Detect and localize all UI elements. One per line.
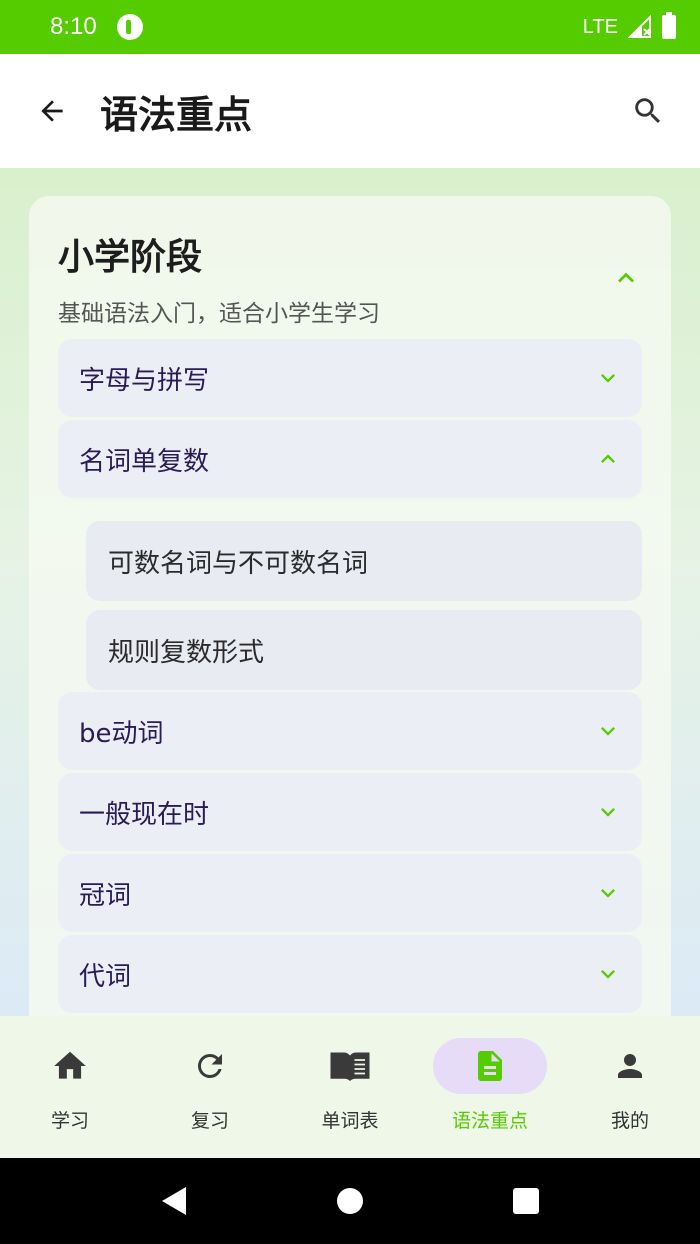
chevron-down-icon xyxy=(601,727,615,736)
person-icon xyxy=(618,1054,642,1078)
document-icon xyxy=(478,1051,502,1081)
search-icon xyxy=(635,98,661,124)
stage-card: 小学阶段 基础语法入门，适合小学生学习 字母与拼写 名词单复数 可数名词与不可数… xyxy=(29,196,671,1016)
system-navigation-bar xyxy=(0,1158,700,1244)
topic-item[interactable]: 名词单复数 xyxy=(58,420,642,498)
grammar-content[interactable]: 小学阶段 基础语法入门，适合小学生学习 字母与拼写 名词单复数 可数名词与不可数… xyxy=(0,168,700,1016)
nav-label: 复习 xyxy=(190,1110,229,1132)
triangle-back-icon xyxy=(162,1187,186,1215)
chevron-down-icon xyxy=(601,970,615,979)
stage-header[interactable]: 小学阶段 基础语法入门，适合小学生学习 xyxy=(58,228,642,328)
status-bar: 8:10 LTE xyxy=(0,0,700,54)
subtopic-item[interactable]: 可数名词与不可数名词 xyxy=(86,521,642,601)
subtopic-label: 可数名词与不可数名词 xyxy=(108,548,369,579)
refresh-icon xyxy=(197,1054,222,1078)
arrow-back-icon xyxy=(41,100,63,122)
chevron-up-icon xyxy=(601,454,615,463)
status-indicators: LTE xyxy=(582,12,676,39)
topic-item[interactable]: 字母与拼写 xyxy=(58,339,642,417)
nav-icon-container xyxy=(573,1038,687,1094)
home-icon xyxy=(54,1051,86,1079)
topic-item[interactable]: 一般现在时 xyxy=(58,773,642,851)
topic-item[interactable]: be动词 xyxy=(58,692,642,770)
topic-item[interactable]: 冠词 xyxy=(58,854,642,932)
nav-label: 学习 xyxy=(50,1110,89,1132)
topic-label: 冠词 xyxy=(79,880,132,911)
nav-icon-container xyxy=(13,1038,127,1094)
status-time: 8:10 xyxy=(50,13,97,40)
subtopic-item[interactable]: 规则复数形式 xyxy=(86,610,642,690)
nav-icon-container xyxy=(433,1038,547,1094)
nav-label: 语法重点 xyxy=(451,1110,528,1132)
stage-title: 小学阶段 xyxy=(58,237,203,278)
topic-label: be动词 xyxy=(79,718,164,749)
topic-label: 代词 xyxy=(79,961,132,992)
chevron-up-icon[interactable] xyxy=(610,262,642,294)
nav-label: 我的 xyxy=(610,1110,649,1132)
nav-item-study[interactable]: 学习 xyxy=(0,1016,140,1158)
nav-icon-container xyxy=(293,1038,407,1094)
back-button[interactable] xyxy=(32,91,72,131)
nav-item-wordlist[interactable]: 单词表 xyxy=(280,1016,420,1158)
book-icon xyxy=(330,1052,370,1081)
app-notification-icon xyxy=(116,14,143,40)
page-title: 语法重点 xyxy=(100,92,253,137)
circle-home-icon xyxy=(337,1188,363,1214)
app-bar: 语法重点 xyxy=(0,54,700,168)
search-button[interactable] xyxy=(628,91,668,131)
chevron-down-icon xyxy=(601,374,615,383)
system-recents-button[interactable] xyxy=(438,1187,614,1215)
system-home-button[interactable] xyxy=(262,1187,438,1215)
system-back-button[interactable] xyxy=(86,1185,262,1217)
nav-icon-container xyxy=(153,1038,267,1094)
battery-icon xyxy=(662,12,676,39)
topic-item[interactable]: 代词 xyxy=(58,935,642,1013)
topic-label: 一般现在时 xyxy=(79,799,210,830)
topic-label: 字母与拼写 xyxy=(79,365,210,396)
square-recents-icon xyxy=(513,1188,539,1214)
bottom-navigation: 学习 复习 单词表 语法重点 我的 xyxy=(0,1016,700,1158)
nav-item-profile[interactable]: 我的 xyxy=(560,1016,700,1158)
nav-label: 单词表 xyxy=(321,1110,379,1132)
signal-icon xyxy=(628,15,651,38)
stage-subtitle: 基础语法入门，适合小学生学习 xyxy=(58,301,380,327)
nav-item-grammar[interactable]: 语法重点 xyxy=(420,1016,560,1158)
topic-label: 名词单复数 xyxy=(79,446,210,477)
nav-item-review[interactable]: 复习 xyxy=(140,1016,280,1158)
subtopic-label: 规则复数形式 xyxy=(108,637,265,668)
chevron-down-icon xyxy=(601,808,615,817)
network-type: LTE xyxy=(582,15,618,38)
chevron-down-icon xyxy=(601,889,615,898)
